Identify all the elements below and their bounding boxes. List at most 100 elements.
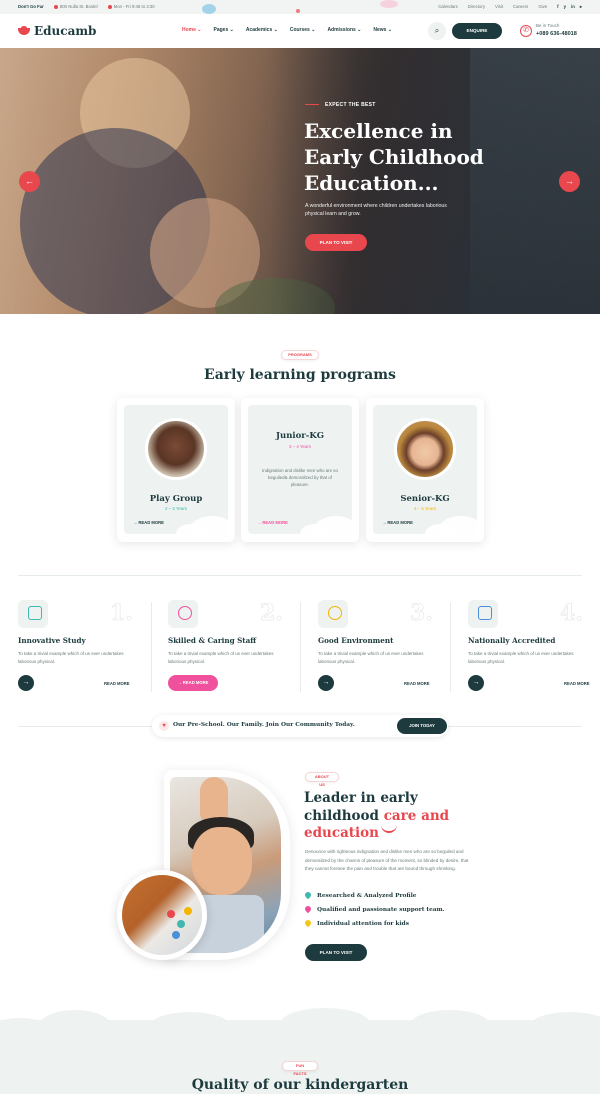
feature-desc: To take a trivial example which of us ev… xyxy=(318,651,424,664)
programs-title: Early learning programs xyxy=(204,367,396,383)
phone-icon: ✆ xyxy=(520,25,532,37)
about-title: Leader in early childhood care and educa… xyxy=(304,790,450,841)
read-more-link[interactable]: READ MORE xyxy=(104,681,130,686)
tagline: Don't Go Far xyxy=(18,4,44,9)
divider xyxy=(450,602,451,692)
teacher-icon xyxy=(168,600,198,628)
program-text: Indignation and dislike men who are so b… xyxy=(262,468,338,487)
join-text: Our Pre-School. Our Family. Join Our Com… xyxy=(173,722,355,728)
photo-shape xyxy=(167,910,175,918)
nav-home[interactable]: Home xyxy=(182,27,202,33)
feature-number: 1. xyxy=(110,600,134,627)
twitter-icon[interactable]: y xyxy=(564,4,566,10)
toplink-careers[interactable]: Careers xyxy=(513,4,528,10)
read-more-button[interactable]: → READ MORE xyxy=(168,675,218,691)
phone-number[interactable]: +089 636-48018 xyxy=(536,31,577,37)
linkedin-icon[interactable]: in xyxy=(571,4,575,10)
check-item: Individual attention for kids xyxy=(303,918,409,928)
logo-icon xyxy=(18,26,30,36)
join-today-button[interactable]: JOIN TODAY xyxy=(397,718,447,734)
nav-academics[interactable]: Academics xyxy=(246,27,278,33)
read-more-link[interactable]: → READ MORE xyxy=(133,520,164,525)
program-age: 4 – 5 Years xyxy=(414,506,436,511)
sun-icon xyxy=(318,600,348,628)
program-card-inner: Senior-KG 4 – 5 Years → READ MORE xyxy=(373,405,477,534)
balloon-decoration xyxy=(380,0,398,8)
photo-shape xyxy=(184,907,192,915)
facebook-icon[interactable]: f xyxy=(557,4,558,10)
toplink-calendars[interactable]: Calendars xyxy=(438,4,458,10)
program-card[interactable]: Play Group 2 – 3 Years → READ MORE xyxy=(117,398,235,542)
divider xyxy=(18,575,582,576)
dot-decoration xyxy=(296,9,300,13)
top-bar: Don't Go Far 800 Nulla St. Bostel Mon - … xyxy=(0,0,600,14)
program-card-inner: Play Group 2 – 3 Years → READ MORE xyxy=(124,405,228,534)
feature-number: 3. xyxy=(410,600,434,627)
nav-pages[interactable]: Pages xyxy=(214,27,234,33)
youtube-icon[interactable]: ▸ xyxy=(580,4,582,10)
program-name: Play Group xyxy=(149,494,203,504)
programs-tag: PROGRAMS xyxy=(281,350,319,360)
feature-title: Nationally Accredited xyxy=(468,636,556,645)
logo[interactable]: Educamb xyxy=(18,24,96,38)
toplink-visit[interactable]: Visit xyxy=(495,4,503,10)
feature-arrow-button[interactable]: → xyxy=(318,675,334,691)
feature-title: Good Environment xyxy=(318,636,394,645)
read-more-link[interactable]: READ MORE xyxy=(404,681,430,686)
nav-news[interactable]: News xyxy=(373,27,392,33)
program-card[interactable]: Senior-KG 4 – 5 Years → READ MORE xyxy=(366,398,484,542)
feature-number: 4. xyxy=(560,600,584,627)
next-slide-icon[interactable]: → xyxy=(559,171,580,192)
feature-arrow-button[interactable]: → xyxy=(18,675,34,691)
check-item: Qualified and passionate support team. xyxy=(303,904,445,914)
read-more-link[interactable]: → READ MORE xyxy=(257,520,288,525)
read-more-link[interactable]: READ MORE xyxy=(564,681,590,686)
blocks-icon xyxy=(18,600,48,628)
feature-desc: To take a trivial example which of us ev… xyxy=(468,651,574,664)
program-photo xyxy=(394,418,456,480)
program-name: Senior-KG xyxy=(400,494,450,504)
feature-arrow-button[interactable]: → xyxy=(468,675,484,691)
read-more-link[interactable]: → READ MORE xyxy=(382,520,413,525)
feature-item: 4. Nationally Accredited To take a trivi… xyxy=(468,600,600,695)
address: 800 Nulla St. Bostel xyxy=(53,4,98,9)
feature-title: Skilled & Caring Staff xyxy=(168,636,257,645)
search-icon[interactable]: ⌕ xyxy=(428,22,446,40)
program-card-inner: Junior-KG 3 – 4 Years Indignation and di… xyxy=(248,405,352,534)
clock-icon xyxy=(107,5,112,9)
hero-title: Excellence in Early Childhood Education.… xyxy=(304,119,484,195)
toplink-give[interactable]: Give xyxy=(538,4,547,10)
photo-shape xyxy=(177,920,185,928)
social-links: f y in ▸ xyxy=(557,4,582,10)
hero-description: A wonderful environment where children u… xyxy=(305,203,447,217)
fun-facts-tag: FUN FACTS xyxy=(282,1061,318,1076)
plan-to-visit-button[interactable]: PLAN TO VISIT xyxy=(305,234,367,251)
program-card[interactable]: Junior-KG 3 – 4 Years Indignation and di… xyxy=(241,398,359,542)
school-icon: ♥ xyxy=(159,721,169,731)
main-nav: Home Pages Academics Courses Admissions … xyxy=(182,27,392,33)
hero-slider: EXPECT THE BEST Excellence in Early Chil… xyxy=(0,48,600,314)
program-name: Junior-KG xyxy=(276,431,324,441)
location-icon xyxy=(53,5,58,9)
prev-slide-icon[interactable]: ← xyxy=(19,171,40,192)
check-item: Researched & Analyzed Profile xyxy=(303,890,417,900)
feature-item: 1. Innovative Study To take a trivial ex… xyxy=(18,600,158,695)
about-plan-visit-button[interactable]: PLAN TO VISIT xyxy=(305,944,367,961)
contact-label: Be in Touch xyxy=(536,23,560,28)
heart-icon xyxy=(303,890,313,900)
toplink-directory[interactable]: Directory xyxy=(468,4,485,10)
main-header: Educamb Home Pages Academics Courses Adm… xyxy=(0,14,600,48)
hero-kicker: EXPECT THE BEST xyxy=(305,102,376,108)
feature-title: Innovative Study xyxy=(18,636,86,645)
fun-facts-title: Quality of our kindergarten xyxy=(191,1077,409,1093)
join-strip: ♥ Our Pre-School. Our Family. Join Our C… xyxy=(152,715,448,737)
feature-item: 2. Skilled & Caring Staff To take a triv… xyxy=(168,600,308,695)
divider xyxy=(151,602,152,692)
nav-courses[interactable]: Courses xyxy=(290,27,316,33)
photo-shape xyxy=(172,931,180,939)
nav-admissions[interactable]: Admissions xyxy=(327,27,361,33)
enquire-button[interactable]: ENQUIRE xyxy=(452,23,502,39)
feature-number: 2. xyxy=(260,600,284,627)
certificate-icon xyxy=(468,600,498,628)
heart-icon xyxy=(303,918,313,928)
